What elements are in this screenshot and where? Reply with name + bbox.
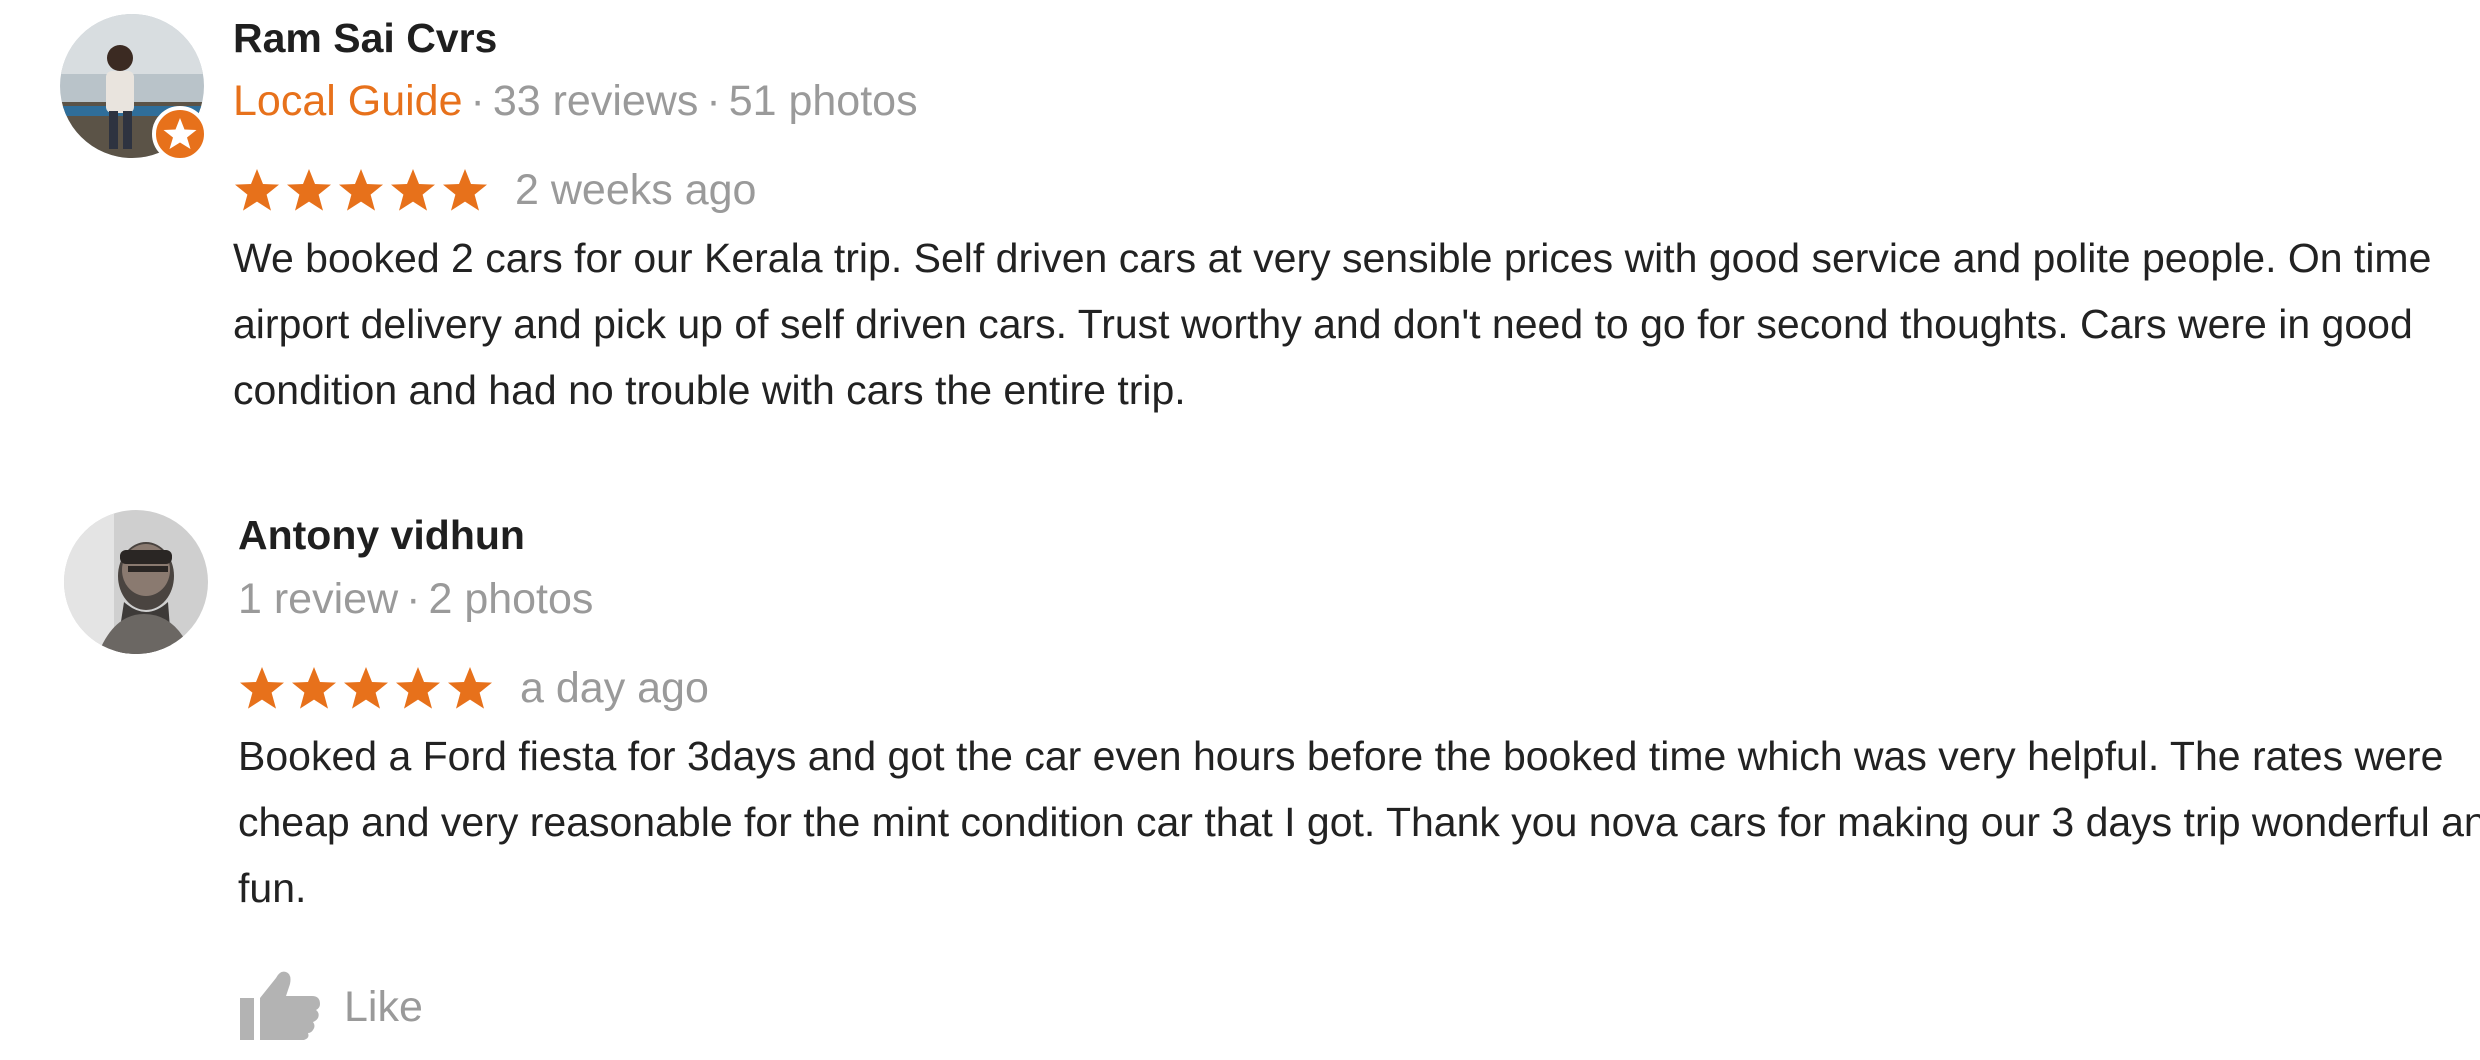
review-time: 2 weeks ago	[515, 165, 757, 214]
meta-separator: ·	[706, 77, 721, 125]
local-guide-star-badge-icon	[152, 106, 208, 162]
meta-separator: ·	[470, 77, 485, 125]
star-icon	[339, 169, 383, 211]
thumbs-up-icon	[238, 968, 322, 1047]
star-icon	[240, 667, 284, 709]
star-icon	[344, 667, 388, 709]
review-time: a day ago	[520, 663, 709, 712]
reviewer-name[interactable]: Antony vidhun	[238, 515, 525, 556]
reviewer-name[interactable]: Ram Sai Cvrs	[233, 18, 497, 59]
star-rating	[238, 664, 494, 712]
rating-row: 2 weeks ago	[233, 160, 756, 220]
star-icon	[235, 169, 279, 211]
rating-row: a day ago	[238, 658, 709, 718]
reviewer-avatar[interactable]	[60, 14, 208, 162]
reviewer-meta: 1 review · 2 photos	[238, 578, 593, 621]
reviewer-meta: Local Guide · 33 reviews · 51 photos	[233, 80, 918, 123]
review-text: Booked a Ford fiesta for 3days and got t…	[238, 733, 2480, 911]
star-icon	[292, 667, 336, 709]
review-text: We booked 2 cars for our Kerala trip. Se…	[233, 235, 2432, 413]
star-rating	[233, 166, 489, 214]
photo-count: 2 photos	[428, 575, 594, 623]
star-icon	[448, 667, 492, 709]
reviewer-avatar[interactable]	[64, 510, 208, 654]
review-count: 1 review	[238, 575, 399, 623]
local-guide-label[interactable]: Local Guide	[233, 77, 463, 125]
star-icon	[391, 169, 435, 211]
star-icon	[287, 169, 331, 211]
star-icon	[396, 667, 440, 709]
meta-separator: ·	[406, 575, 421, 623]
like-button[interactable]: Like	[238, 968, 423, 1047]
review-count: 33 reviews	[492, 77, 699, 125]
photo-count: 51 photos	[728, 77, 918, 125]
like-label: Like	[344, 983, 423, 1031]
star-icon	[443, 169, 487, 211]
